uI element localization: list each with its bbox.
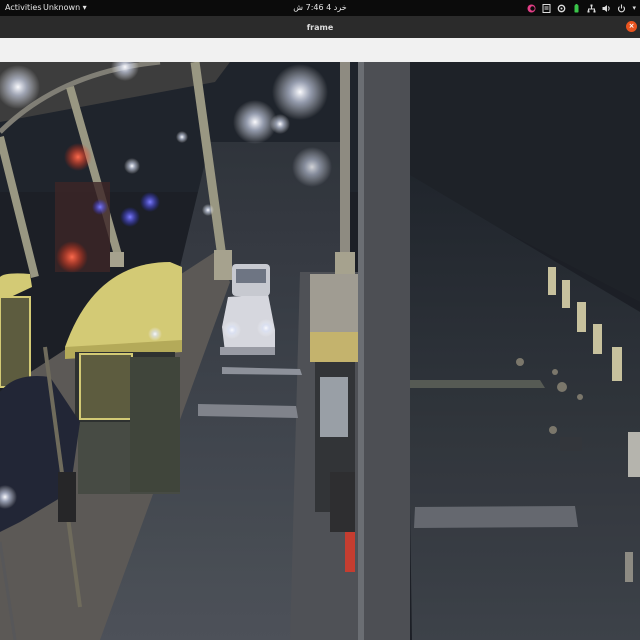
color-picker-icon[interactable]: [527, 4, 536, 13]
network-icon[interactable]: [587, 4, 596, 13]
top-panel: Activities Unknown ▾ خرد 4 7:46 ش ▾: [0, 0, 640, 16]
battery-icon[interactable]: [572, 3, 581, 13]
window-toolbar: [0, 38, 640, 62]
window-titlebar[interactable]: frame ×: [0, 16, 640, 38]
settings-icon[interactable]: [557, 4, 566, 13]
volume-icon[interactable]: [602, 4, 611, 13]
system-tray[interactable]: ▾: [527, 2, 636, 14]
document-icon[interactable]: [542, 3, 551, 13]
tray-menu-chevron-icon[interactable]: ▾: [632, 4, 636, 12]
power-icon[interactable]: [617, 4, 626, 13]
camera-feed-image: [0, 62, 640, 640]
window-title: frame: [306, 23, 334, 32]
camera-frame: [0, 62, 640, 640]
close-button[interactable]: ×: [626, 21, 637, 32]
